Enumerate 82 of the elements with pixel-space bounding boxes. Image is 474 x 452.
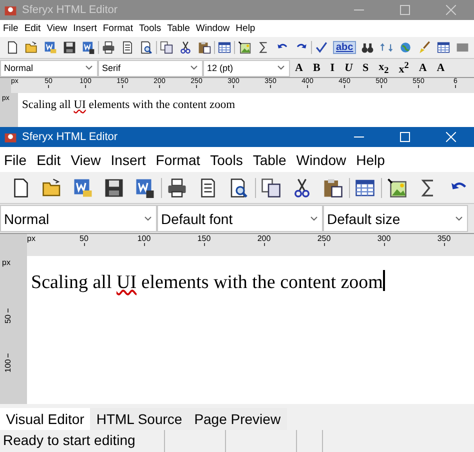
format-button[interactable]: U <box>340 62 358 74</box>
document-text[interactable]: Scaling all UI elements with the content zoom <box>27 256 385 404</box>
tab[interactable]: Page Preview <box>188 408 287 430</box>
menu-item[interactable]: Format <box>152 152 206 168</box>
printer-icon[interactable] <box>167 178 187 198</box>
scissors-icon[interactable] <box>179 41 192 54</box>
dropdown[interactable]: Normal <box>0 205 157 232</box>
binoculars-icon[interactable] <box>361 41 374 54</box>
word-document-icon[interactable] <box>82 41 95 54</box>
new-document-icon[interactable] <box>11 178 31 198</box>
copy-icon[interactable] <box>160 41 173 54</box>
menu-item[interactable]: Insert <box>106 152 152 168</box>
menu-item[interactable]: Edit <box>21 23 44 34</box>
spellcheck-toggle[interactable]: abc <box>333 41 356 54</box>
dropdown[interactable]: Serif <box>98 60 203 76</box>
menu-item[interactable]: Table <box>164 23 193 34</box>
menu-item[interactable]: Help <box>352 152 391 168</box>
menu-item[interactable]: Window <box>192 23 233 34</box>
format-button[interactable]: x$^{2}$ <box>394 60 414 76</box>
dropdown[interactable]: Default font <box>157 205 323 232</box>
sigma-icon[interactable] <box>257 41 270 54</box>
folder-icon[interactable] <box>42 178 62 198</box>
clipboard-icon[interactable] <box>323 178 343 198</box>
caret-icon[interactable] <box>85 65 93 71</box>
format-button[interactable]: A <box>414 62 432 74</box>
caret-icon[interactable] <box>310 216 318 222</box>
menu-item[interactable]: Edit <box>32 152 67 168</box>
magnifier-page-icon[interactable] <box>229 178 249 198</box>
document-text[interactable]: Scaling all UI elements with the content zoom <box>18 93 236 127</box>
format-button[interactable]: A <box>432 62 450 74</box>
word-document-icon[interactable] <box>135 178 155 198</box>
table-icon[interactable] <box>355 178 375 198</box>
clipboard-icon[interactable] <box>198 41 211 54</box>
format-button[interactable]: S <box>358 62 374 74</box>
format-button[interactable]: B <box>308 62 326 74</box>
window-title: Sferyx HTML Editor <box>22 4 119 16</box>
dropdown[interactable]: 12 (pt) <box>203 60 290 76</box>
vertical-ruler: px 50 100 <box>0 256 27 404</box>
menu-item[interactable]: Format <box>100 23 136 34</box>
ruler: px 50 100 150 200 250 300 350 <box>27 234 474 256</box>
format-button[interactable]: A <box>290 62 308 74</box>
picture-icon[interactable] <box>387 178 407 198</box>
menu-item[interactable]: View <box>44 23 70 34</box>
new-document-icon[interactable] <box>6 41 19 54</box>
menu-item[interactable]: Table <box>248 152 292 168</box>
app-icon <box>4 130 17 144</box>
picture-icon[interactable] <box>238 41 251 54</box>
copy-icon[interactable] <box>261 178 281 198</box>
caret-icon[interactable] <box>455 216 463 222</box>
magnifier-page-icon[interactable] <box>140 41 153 54</box>
format-button[interactable]: x$_{2}$ <box>374 60 394 76</box>
replace-arrows-icon[interactable] <box>380 41 394 54</box>
tab[interactable]: HTML Source <box>90 408 188 430</box>
folder-icon[interactable] <box>25 41 38 54</box>
menu-item[interactable]: File <box>0 23 22 34</box>
menu-item[interactable]: Tools <box>136 23 164 34</box>
globe-icon[interactable] <box>399 41 412 54</box>
table-icon[interactable] <box>218 41 231 54</box>
menu-item[interactable]: File <box>0 152 33 168</box>
caret-icon[interactable] <box>144 216 152 222</box>
dropdown[interactable]: Default size <box>323 205 468 232</box>
app-icon <box>4 4 17 16</box>
menu-item[interactable]: Window <box>292 152 352 168</box>
table-icon[interactable] <box>437 41 450 54</box>
printer-icon[interactable] <box>102 41 115 54</box>
status-message: Ready to start editing <box>2 431 136 450</box>
format-button[interactable]: I <box>325 62 340 74</box>
menu-item[interactable]: View <box>66 152 107 168</box>
document-icon[interactable] <box>121 41 134 54</box>
window-title: Sferyx HTML Editor <box>22 131 119 143</box>
dropdown[interactable]: Normal <box>0 60 98 76</box>
rectangle-icon[interactable] <box>456 41 470 54</box>
document-icon[interactable] <box>198 178 218 198</box>
menu-item[interactable]: Tools <box>206 152 249 168</box>
scissors-icon[interactable] <box>292 178 312 198</box>
tab[interactable]: Visual Editor <box>0 408 90 430</box>
caret-icon[interactable] <box>277 65 285 71</box>
brush-icon[interactable] <box>418 41 432 54</box>
check-mark-icon[interactable] <box>315 41 328 54</box>
caret-icon[interactable] <box>190 65 198 71</box>
menu-item[interactable]: Insert <box>70 23 100 34</box>
menu-item[interactable]: Help <box>232 23 258 34</box>
